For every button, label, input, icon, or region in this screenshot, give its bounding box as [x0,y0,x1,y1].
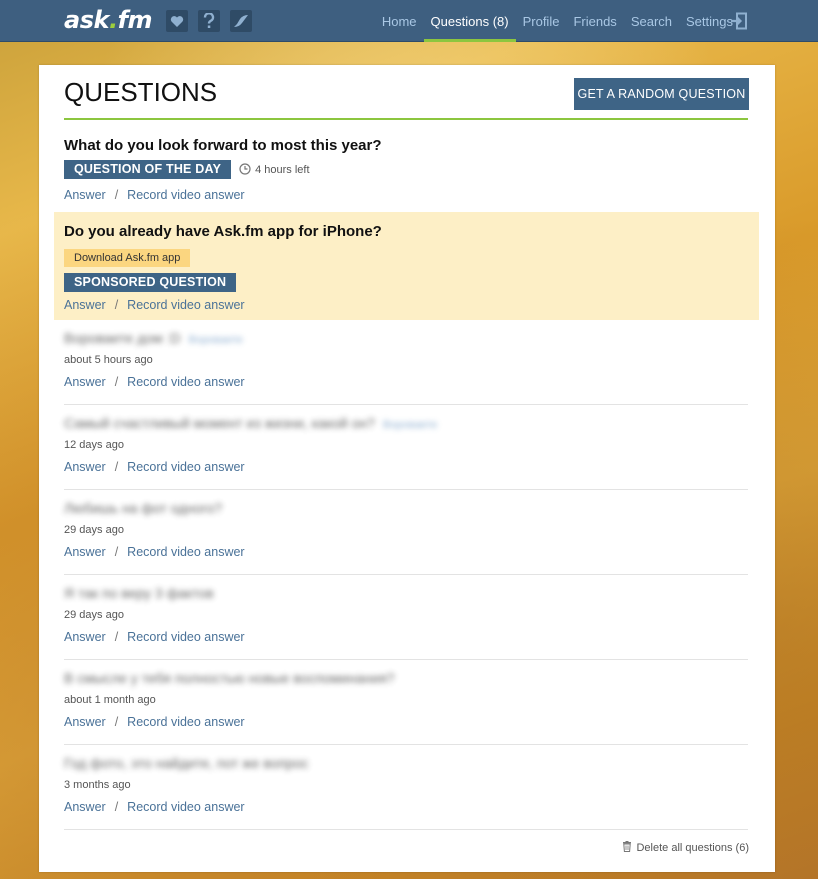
question-time: about 5 hours ago [64,354,153,366]
qotd-text[interactable]: What do you look forward to most this ye… [64,137,382,154]
question-text[interactable]: Самый счастливый момент из жизни, какой … [64,415,375,431]
questions-card: QUESTIONS GET A RANDOM QUESTION What do … [39,65,775,872]
question-text[interactable]: Любишь на фот одного? [64,500,222,516]
list-item: В смысле у тебя полностью новые воспомин… [64,670,395,729]
action-separator: / [114,800,119,814]
list-item: Самый счастливый момент из жизни, какой … [64,415,437,474]
question-time: about 1 month ago [64,694,156,706]
question-author-link[interactable]: Вороваете [188,334,242,346]
nav-search[interactable]: Search [624,0,679,42]
answer-link[interactable]: Answer [64,545,106,559]
nav-profile[interactable]: Profile [516,0,567,42]
qotd-block: What do you look forward to most this ye… [64,137,382,202]
answer-link[interactable]: Answer [64,800,106,814]
row-divider [64,404,748,405]
record-video-link[interactable]: Record video answer [127,715,244,729]
row-divider [64,659,748,660]
question-time: 3 months ago [64,779,131,791]
sponsored-block: Do you already have Ask.fm app for iPhon… [64,223,382,312]
delete-all-questions[interactable]: Delete all questions (6) [622,841,749,855]
question-text[interactable]: Я так по веру 3 фактов [64,585,214,601]
row-divider [64,574,748,575]
list-item: Я так по веру 3 фактов 29 days ago Answe… [64,585,245,644]
action-separator: / [114,298,119,312]
top-navigation-bar: ask.fm Home Questions (8) Profile Friend… [0,0,818,42]
list-item: Вороваете дом :D Вороваете about 5 hours … [64,330,245,389]
action-separator: / [114,460,119,474]
trash-icon [622,841,632,855]
question-time: 29 days ago [64,524,124,536]
question-time: 29 days ago [64,609,124,621]
question-icon[interactable] [198,10,220,32]
record-video-link[interactable]: Record video answer [127,375,244,389]
answer-link[interactable]: Answer [64,715,106,729]
record-video-link[interactable]: Record video answer [127,630,244,644]
action-separator: / [114,188,119,202]
main-nav: Home Questions (8) Profile Friends Searc… [375,0,740,42]
record-video-link[interactable]: Record video answer [127,188,244,202]
record-video-link[interactable]: Record video answer [127,460,244,474]
question-time: 12 days ago [64,439,124,451]
clock-icon [239,160,251,179]
list-item: Любишь на фот одного? 29 days ago Answer… [64,500,245,559]
action-separator: / [114,630,119,644]
question-text[interactable]: Вороваете дом :D [64,330,180,346]
heart-icon[interactable] [166,10,188,32]
qotd-time-left: 4 hours left [255,163,310,176]
answer-link[interactable]: Answer [64,188,106,202]
record-video-link[interactable]: Record video answer [127,800,244,814]
question-text[interactable]: В смысле у тебя полностью новые воспомин… [64,670,395,686]
record-video-link[interactable]: Record video answer [127,545,244,559]
nav-friends[interactable]: Friends [566,0,623,42]
sponsored-tag: SPONSORED QUESTION [64,273,237,292]
download-app-button[interactable]: Download Ask.fm app [64,249,191,267]
action-separator: / [114,715,119,729]
answer-arrow-icon[interactable] [230,10,252,32]
random-question-button[interactable]: GET A RANDOM QUESTION [574,78,749,110]
nav-questions[interactable]: Questions (8) [423,0,516,42]
question-author-link[interactable]: Вороваете [383,419,437,431]
answer-link[interactable]: Answer [64,630,106,644]
qotd-tag: QUESTION OF THE DAY [64,160,232,179]
row-divider [64,829,748,830]
list-item: Год фото, это найдите, пот же вопрос 3 m… [64,755,309,814]
page-title: QUESTIONS [64,77,218,107]
record-video-link[interactable]: Record video answer [127,298,244,312]
question-text[interactable]: Год фото, это найдите, пот же вопрос [64,755,309,771]
sponsored-text[interactable]: Do you already have Ask.fm app for iPhon… [64,223,382,240]
logout-icon[interactable] [730,12,748,30]
title-divider [64,118,748,120]
row-divider [64,744,748,745]
answer-link[interactable]: Answer [64,298,106,312]
answer-link[interactable]: Answer [64,460,106,474]
nav-home[interactable]: Home [375,0,424,42]
action-separator: / [114,375,119,389]
action-separator: / [114,545,119,559]
delete-all-label[interactable]: Delete all questions (6) [636,842,749,854]
askfm-logo[interactable]: ask.fm [64,6,153,34]
row-divider [64,489,748,490]
answer-link[interactable]: Answer [64,375,106,389]
